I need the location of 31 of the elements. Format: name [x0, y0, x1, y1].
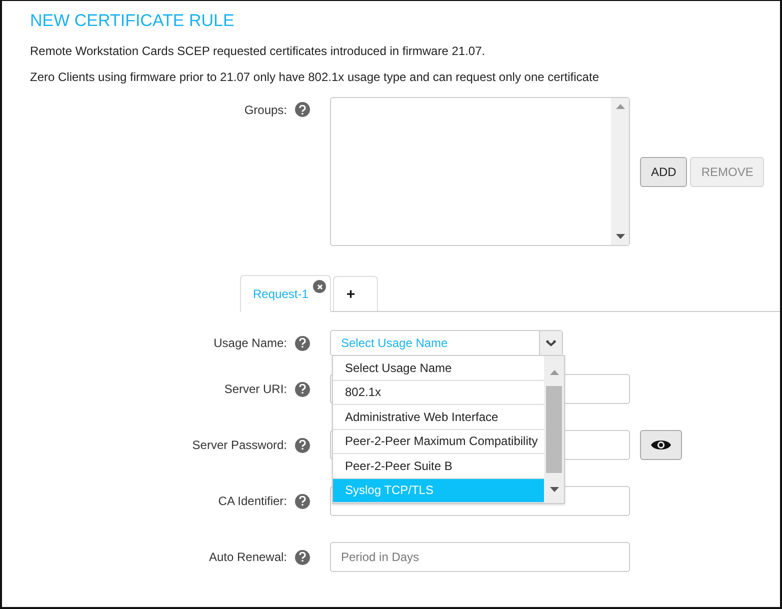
field-label: Auto Renewal: — [208, 550, 287, 564]
info-text: Zero Clients using firmware prior to 21.07 only have 802.1x usage type and can request only one certificate — [30, 69, 600, 85]
dropdown-option[interactable]: 802.1x — [333, 380, 544, 405]
action-button[interactable]: ADD — [640, 157, 688, 187]
scrollbar[interactable] — [544, 356, 564, 503]
field-label: Usage Name: — [214, 336, 287, 350]
help-icon[interactable] — [295, 438, 310, 452]
dropdown-option[interactable]: Administrative Web Interface — [333, 405, 544, 430]
help-icon[interactable] — [295, 102, 310, 117]
close-icon[interactable] — [313, 280, 326, 293]
show-password-button[interactable] — [640, 430, 682, 460]
field-label: Server Password: — [192, 438, 287, 452]
field-label: Groups: — [244, 102, 287, 116]
help-icon[interactable] — [295, 336, 310, 350]
scrollbar[interactable] — [611, 98, 629, 245]
help-icon[interactable] — [295, 550, 310, 564]
dropdown-option[interactable]: Peer-2-Peer Maximum Compatibility — [333, 430, 544, 454]
chevron-down-icon — [546, 340, 556, 346]
page-title: NEW CERTIFICATE RULE — [30, 10, 236, 32]
field-label: CA Identifier: — [218, 494, 287, 508]
input-field[interactable]: Period in Days — [330, 542, 630, 572]
scroll-down-icon[interactable] — [550, 487, 558, 492]
dropdown-option[interactable]: Select Usage Name — [333, 356, 544, 380]
help-icon[interactable] — [295, 382, 310, 396]
help-icon[interactable] — [295, 494, 310, 508]
tab[interactable]: + — [333, 276, 378, 311]
field-label: Server URI: — [224, 382, 287, 396]
eye-icon — [651, 439, 671, 451]
dropdown-option[interactable]: Peer-2-Peer Suite B — [333, 454, 544, 478]
scroll-down-icon[interactable] — [616, 234, 624, 239]
info-text: Remote Workstation Cards SCEP requested certificates introduced in firmware 21.07. — [30, 43, 486, 59]
